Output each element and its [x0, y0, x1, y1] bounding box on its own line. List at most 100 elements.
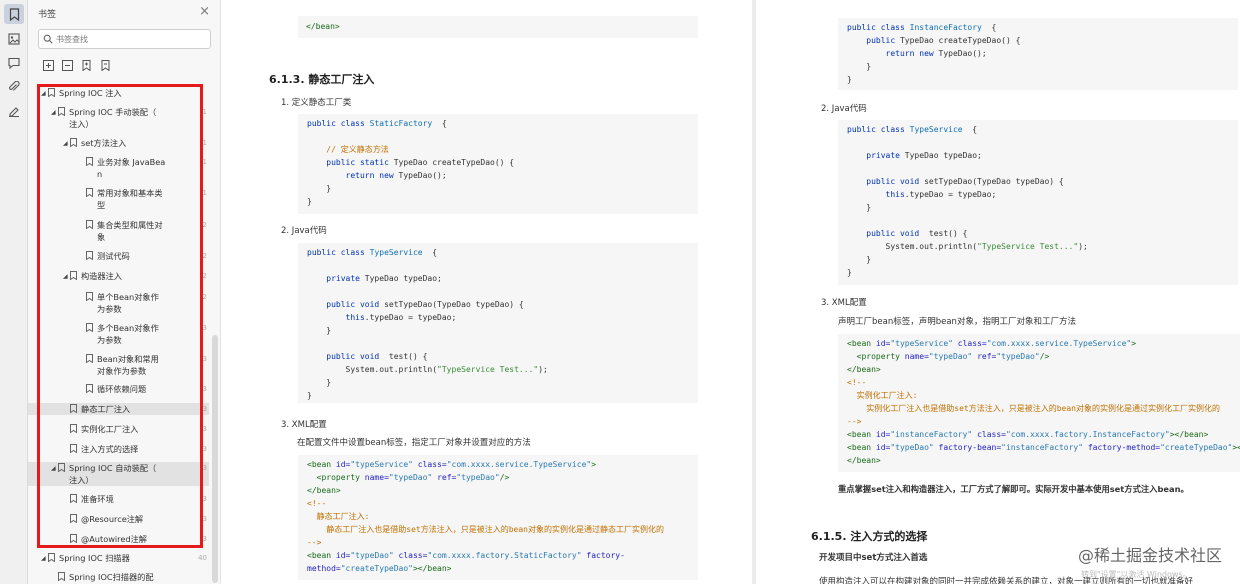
bookmark-page-number: 3 — [202, 324, 207, 332]
expand-arrow-icon[interactable]: ◢ — [41, 88, 46, 100]
bookmark-item[interactable]: 静态工厂注入 3 — [28, 403, 209, 415]
signature-icon[interactable] — [4, 101, 24, 121]
code-line: return new TypeDao(); — [847, 49, 987, 58]
bookmark-item[interactable]: 准备环境 3 — [28, 493, 209, 505]
expand-arrow-icon[interactable]: ◢ — [63, 138, 68, 150]
bookmark-page-number: 3 — [202, 535, 207, 543]
bookmark-item[interactable]: 集合类型和属性对 象 2 — [28, 219, 209, 243]
code-line: } — [307, 326, 332, 335]
comment-icon[interactable] — [4, 53, 24, 73]
bookmark-page-number: 2 — [202, 252, 207, 260]
code-block-xml-static: <bean id="typeService" class="com.xxxx.s… — [298, 455, 698, 580]
sub-heading-615: 开发项目中set方式注入首选 — [819, 553, 928, 563]
bookmark-label: set方法注入 — [81, 138, 127, 148]
bookmark-label: 多个Bean对象作 为参数 — [97, 323, 159, 345]
bookmark-label: 测试代码 — [97, 251, 130, 261]
bookmark-item[interactable]: 实例化工厂注入 3 — [28, 423, 209, 435]
bookmark-page-number: 2 — [202, 293, 207, 301]
code-line: <!-- — [847, 378, 867, 387]
bookmark-icon — [70, 271, 77, 283]
site-watermark: @稀土掘金技术社区 — [1077, 546, 1222, 565]
panel-title: 书签 — [38, 10, 57, 20]
bookmark-label: 集合类型和属性对 象 — [97, 220, 163, 242]
bookmark-panel-icon[interactable] — [4, 4, 24, 24]
add-bookmark-icon[interactable] — [80, 59, 92, 71]
bookmark-item[interactable]: @Autowired注解 3 — [28, 533, 209, 545]
bookmark-icon — [86, 323, 93, 335]
bookmark-label: @Autowired注解 — [81, 534, 147, 544]
code-line: } — [847, 203, 872, 212]
code-line: this.typeDao = typeDao; — [307, 313, 457, 322]
bookmark-label: 构造器注入 — [81, 271, 122, 281]
bookmark-page-number: 40 — [198, 554, 207, 562]
code-line: } — [847, 268, 852, 277]
bookmark-item[interactable]: Spring IOC扫描器的配 — [28, 571, 209, 583]
close-icon[interactable]: × — [199, 4, 210, 19]
bookmark-label: 准备环境 — [81, 494, 114, 504]
bookmark-label: 业务对象 JavaBea n — [97, 157, 166, 179]
code-line: 静态工厂注入: — [307, 512, 370, 521]
bookmark-page-number: 3 — [202, 355, 207, 363]
bookmark-item[interactable]: 业务对象 JavaBea n 1 — [28, 156, 209, 180]
bookmark-item[interactable]: 单个Bean对象作 为参数 2 — [28, 291, 209, 315]
code-line: public class StaticFactory { — [307, 119, 447, 128]
collapse-all-icon[interactable] — [61, 59, 73, 71]
code-line: </bean> — [847, 456, 881, 465]
expand-arrow-icon[interactable]: ◢ — [41, 553, 46, 565]
code-line: } — [847, 62, 872, 71]
attachment-icon[interactable] — [4, 77, 24, 97]
document-view: </bean> 6.1.3. 静态工厂注入 1. 定义静态工厂类 public … — [221, 0, 1240, 584]
bookmark-item[interactable]: ◢ Spring IOC 自动装配（ 注入） 3 — [28, 462, 209, 486]
bookmark-item[interactable]: 测试代码 2 — [28, 250, 209, 262]
bookmark-page-number: 1 — [202, 139, 207, 147]
bookmark-item[interactable]: ◢ Spring IOC 扫描器 40 — [28, 552, 209, 564]
bookmark-item[interactable]: 循环依赖问题 3 — [28, 383, 209, 395]
code-line: <bean id="typeDao" factory-bean="instanc… — [847, 443, 1240, 452]
expand-arrow-icon[interactable]: ◢ — [51, 463, 56, 475]
expand-arrow-icon[interactable]: ◢ — [51, 107, 56, 119]
code-line: } — [307, 378, 332, 387]
bookmark-search-box[interactable] — [38, 29, 211, 49]
list-item-2: 2. Java代码 — [281, 226, 327, 236]
bookmark-label: 常用对象和基本类 型 — [97, 188, 163, 210]
code-line: } — [847, 75, 852, 84]
bookmark-item[interactable]: ◢ Spring IOC 注入 — [28, 87, 209, 99]
bold-note: 重点掌握set注入和构造器注入，工厂方式了解即可。实际开发中基本使用set方式注… — [838, 484, 1189, 494]
code-line: <bean id="typeDao" class="com.xxxx.facto… — [307, 551, 625, 560]
bookmark-item[interactable]: 注入方式的选择 3 — [28, 443, 209, 455]
code-line: public void test() { — [847, 229, 968, 238]
bookmark-panel: 书签 × ◢Spring IOC 注入 ◢Spring IOC 手动装配（ 注入）… — [28, 0, 221, 584]
code-line: method="createTypeDao"></bean> — [307, 564, 452, 573]
code-line: return new TypeDao(); — [307, 171, 447, 180]
code-line: <bean id="typeService" class="com.xxxx.s… — [847, 339, 1137, 348]
bookmark-item[interactable]: @Resource注解 3 — [28, 513, 209, 525]
bookmark-icon — [86, 220, 93, 232]
bookmark-label: @Resource注解 — [81, 514, 144, 524]
code-line: // 定义静态方法 — [307, 145, 389, 154]
panel-scrollbar[interactable] — [212, 335, 218, 583]
bookmark-label: Spring IOC 扫描器 — [59, 553, 130, 563]
code-block-top: </bean> — [298, 16, 698, 38]
code-line: public void test() { — [307, 352, 428, 361]
bookmark-item[interactable]: ◢ 构造器注入 2 — [28, 270, 209, 282]
bookmark-item[interactable]: 多个Bean对象作 为参数 3 — [28, 322, 209, 346]
bookmark-page-number: 2 — [202, 272, 207, 280]
bookmark-icon — [58, 463, 65, 475]
code-line: <property name="typeDao" ref="typeDao"/> — [847, 352, 1050, 361]
bookmark-item[interactable]: ◢ Spring IOC 手动装配（ 注入） 1 — [28, 106, 209, 130]
list-item-java-2: 2. Java代码 — [821, 104, 867, 114]
code-line: <bean id="instanceFactory" class="com.xx… — [847, 430, 1209, 439]
code-line: private TypeDao typeDao; — [847, 151, 982, 160]
bookmark-page-number: 3 — [202, 405, 207, 413]
bookmark-item[interactable]: ◢ set方法注入 1 — [28, 137, 209, 149]
bookmark-item[interactable]: 常用对象和基本类 型 1 — [28, 187, 209, 211]
expand-arrow-icon[interactable]: ◢ — [63, 271, 68, 283]
thumbnail-icon[interactable] — [4, 29, 24, 49]
code-line: System.out.println("TypeService Test..."… — [307, 365, 548, 374]
expand-all-icon[interactable] — [42, 59, 54, 71]
remove-bookmark-icon[interactable] — [99, 59, 111, 71]
bookmark-search-input[interactable] — [56, 34, 186, 44]
bookmark-item[interactable]: Bean对象和常用 对象作为参数 3 — [28, 353, 209, 377]
